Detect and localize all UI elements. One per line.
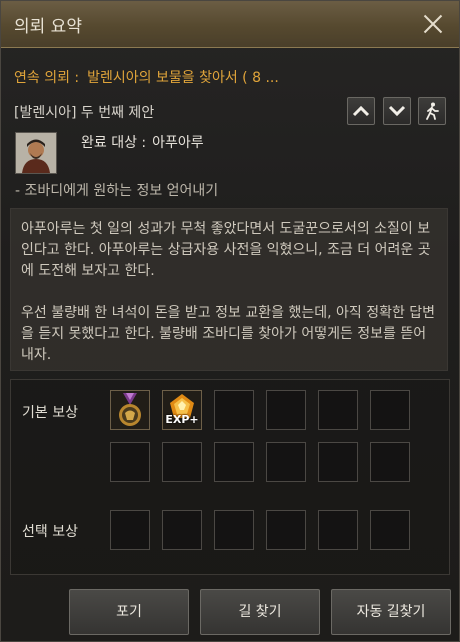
reward-slot-empty xyxy=(214,390,254,430)
rewards-panel: 기본 보상 선택 보상 EXP+ xyxy=(10,379,450,575)
reward-slot-empty xyxy=(370,442,410,482)
navigate-button[interactable] xyxy=(418,97,446,125)
quest-summary-window: 의뢰 요약 연속 의뢰 : 발렌시아의 보물을 찾아서 ( 8 ... [발렌시아… xyxy=(0,0,460,642)
quest-chain: 연속 의뢰 : 발렌시아의 보물을 찾아서 ( 8 ... xyxy=(14,67,279,87)
choice-reward-slot xyxy=(318,510,358,550)
move-down-button[interactable] xyxy=(383,97,411,125)
choice-reward-slot xyxy=(266,510,306,550)
reward-slot-empty xyxy=(110,442,150,482)
reward-slot-empty xyxy=(266,442,306,482)
description-paragraph: 아푸아루는 첫 일의 성과가 무척 좋았다면서 도굴꾼으로서의 소질이 보인다고… xyxy=(21,221,431,279)
choice-reward-slot xyxy=(370,510,410,550)
choice-reward-slot xyxy=(110,510,150,550)
reward-slot-empty xyxy=(214,442,254,482)
quest-subtitle: [발렌시아] 두 번째 제안 xyxy=(14,105,155,121)
title-bar[interactable]: 의뢰 요약 xyxy=(1,1,459,48)
reward-slot[interactable] xyxy=(110,390,150,430)
reward-slot-empty xyxy=(162,442,202,482)
give-up-button[interactable]: 포기 xyxy=(69,589,189,635)
completion-target: 완료 대상 : 아푸아루 xyxy=(81,132,204,152)
choice-reward-label: 선택 보상 xyxy=(22,524,78,540)
basic-reward-label: 기본 보상 xyxy=(22,405,78,421)
reward-slot-empty xyxy=(370,390,410,430)
quest-chain-name: 발렌시아의 보물을 찾아서 ( 8 ... xyxy=(87,70,279,86)
chevron-down-icon xyxy=(388,105,406,117)
reward-slot[interactable]: EXP+ xyxy=(162,390,202,430)
reward-slot-empty xyxy=(318,390,358,430)
reward-slot-empty xyxy=(318,442,358,482)
move-up-button[interactable] xyxy=(347,97,375,125)
target-name: 아푸아루 xyxy=(152,135,204,151)
medal-icon xyxy=(119,393,141,426)
window-title: 의뢰 요약 xyxy=(14,17,82,37)
quest-description: 아푸아루는 첫 일의 성과가 무척 좋았다면서 도굴꾼으로서의 소질이 보인다고… xyxy=(10,208,448,371)
find-path-button[interactable]: 길 찾기 xyxy=(200,589,320,635)
auto-path-button[interactable]: 자동 길찾기 xyxy=(331,589,451,635)
target-label: 완료 대상 : xyxy=(81,135,147,151)
walking-person-icon xyxy=(426,102,439,120)
choice-reward-slot xyxy=(214,510,254,550)
close-icon[interactable] xyxy=(421,12,445,36)
exp-caption: EXP+ xyxy=(165,413,199,426)
quest-objective: - 조바디에게 원하는 정보 얻어내기 xyxy=(15,183,219,199)
npc-portrait xyxy=(15,132,57,174)
quest-chain-label: 연속 의뢰 : xyxy=(14,70,80,86)
choice-reward-slot xyxy=(162,510,202,550)
chevron-up-icon xyxy=(352,105,370,117)
description-paragraph: 우선 불량배 한 녀석이 돈을 받고 정보 교환을 했는데, 아직 정확한 답변… xyxy=(21,305,436,363)
reward-slot-empty xyxy=(266,390,306,430)
